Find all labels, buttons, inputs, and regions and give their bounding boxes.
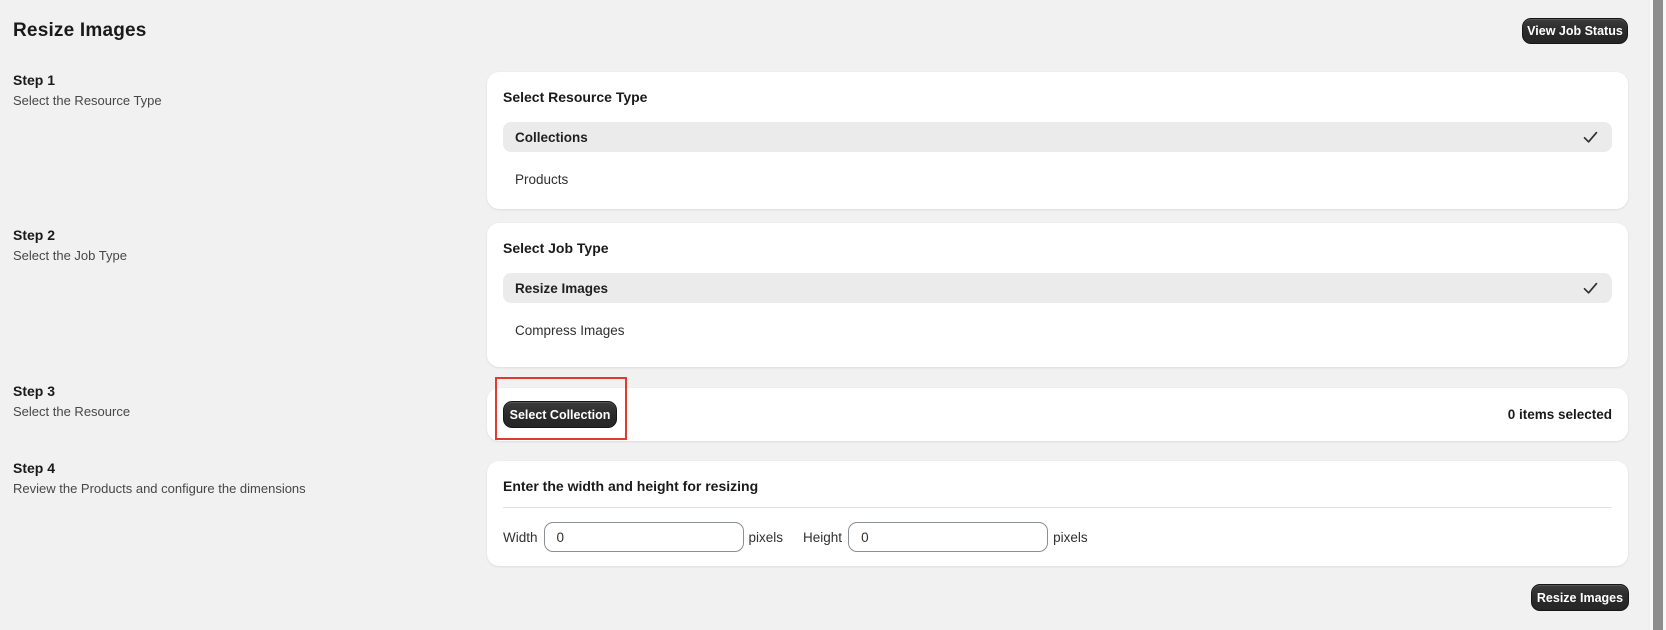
- step-1-block: Step 1 Select the Resource Type: [13, 72, 453, 108]
- option-collections[interactable]: Collections: [503, 122, 1612, 152]
- option-label: Products: [515, 171, 569, 187]
- resource-selection-card: Select Collection 0 items selected: [487, 388, 1628, 441]
- view-job-status-button[interactable]: View Job Status: [1522, 18, 1628, 44]
- resize-images-button[interactable]: Resize Images: [1531, 584, 1629, 611]
- option-resize-images[interactable]: Resize Images: [503, 273, 1612, 303]
- option-compress-images[interactable]: Compress Images: [503, 315, 1612, 345]
- height-label: Height: [803, 529, 843, 545]
- option-label: Resize Images: [515, 280, 609, 296]
- width-label: Width: [503, 529, 538, 545]
- step-3-block: Step 3 Select the Resource: [13, 383, 453, 419]
- resource-type-card: Select Resource Type Collections Product…: [487, 72, 1628, 209]
- step-description: Select the Resource Type: [13, 93, 162, 108]
- dimensions-card: Enter the width and height for resizing …: [487, 461, 1628, 566]
- width-input[interactable]: [543, 522, 744, 552]
- scrollbar-thumb[interactable]: [1653, 0, 1663, 630]
- dimensions-row: Width pixels Height pixels: [503, 522, 1612, 552]
- step-title: Step 1: [13, 72, 56, 88]
- checkmark-icon: [1583, 282, 1598, 295]
- step-description: Review the Products and configure the di…: [13, 481, 306, 496]
- height-unit-label: pixels: [1053, 529, 1088, 545]
- option-label: Compress Images: [515, 322, 625, 338]
- page-title: Resize Images: [13, 20, 147, 41]
- option-label: Collections: [515, 129, 588, 145]
- step-title: Step 2: [13, 227, 56, 243]
- dimensions-card-title: Enter the width and height for resizing: [503, 478, 759, 494]
- step-title: Step 4: [13, 460, 56, 476]
- step-description: Select the Job Type: [13, 248, 127, 263]
- resource-type-card-title: Select Resource Type: [503, 89, 648, 105]
- select-collection-button[interactable]: Select Collection: [503, 401, 617, 428]
- resize-images-page: Resize Images View Job Status Step 1 Sel…: [0, 0, 1666, 630]
- width-unit-label: pixels: [748, 529, 784, 545]
- items-selected-status: 0 items selected: [1507, 407, 1612, 422]
- step-2-block: Step 2 Select the Job Type: [13, 227, 453, 263]
- checkmark-icon: [1583, 131, 1598, 144]
- scrollbar-track[interactable]: [1649, 0, 1666, 630]
- step-4-block: Step 4 Review the Products and configure…: [13, 460, 453, 496]
- job-type-card-title: Select Job Type: [503, 240, 609, 256]
- option-products[interactable]: Products: [503, 164, 1612, 194]
- height-input[interactable]: [848, 522, 1049, 552]
- step-title: Step 3: [13, 383, 56, 399]
- job-type-card: Select Job Type Resize Images Compress I…: [487, 223, 1628, 367]
- step-description: Select the Resource: [13, 404, 131, 419]
